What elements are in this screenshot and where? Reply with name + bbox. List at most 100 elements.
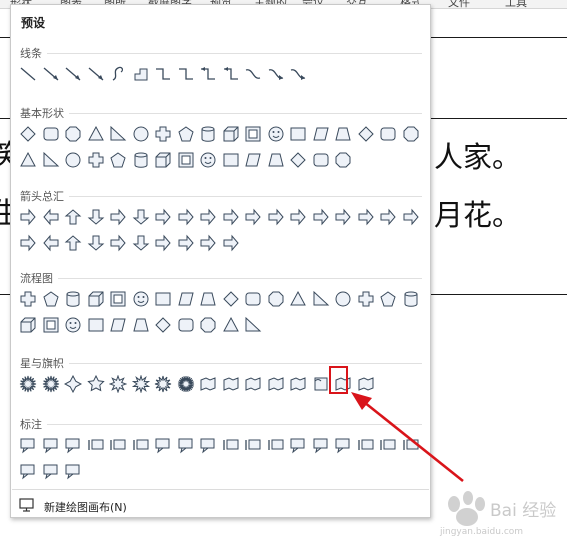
shape-icon[interactable] bbox=[132, 316, 150, 334]
shape-icon[interactable] bbox=[132, 151, 150, 169]
shape-icon[interactable] bbox=[222, 208, 240, 226]
shape-icon[interactable] bbox=[177, 65, 195, 83]
shape-icon[interactable] bbox=[402, 125, 420, 143]
shape-icon[interactable] bbox=[109, 290, 127, 308]
shape-icon[interactable] bbox=[244, 375, 262, 393]
shape-icon[interactable] bbox=[64, 290, 82, 308]
shape-icon[interactable] bbox=[244, 316, 262, 334]
shape-icon[interactable] bbox=[177, 290, 195, 308]
shape-icon[interactable] bbox=[199, 290, 217, 308]
shape-icon[interactable] bbox=[154, 208, 172, 226]
shape-icon[interactable] bbox=[154, 65, 172, 83]
shape-icon[interactable] bbox=[244, 65, 262, 83]
shape-icon[interactable] bbox=[132, 208, 150, 226]
shape-icon[interactable] bbox=[64, 316, 82, 334]
shape-icon[interactable] bbox=[244, 151, 262, 169]
shape-icon[interactable] bbox=[222, 125, 240, 143]
shape-icon[interactable] bbox=[312, 125, 330, 143]
shape-icon[interactable] bbox=[87, 151, 105, 169]
shape-icon[interactable] bbox=[289, 208, 307, 226]
shape-icon[interactable] bbox=[334, 436, 352, 454]
shape-icon[interactable] bbox=[109, 316, 127, 334]
shape-icon[interactable] bbox=[379, 290, 397, 308]
shape-icon[interactable] bbox=[109, 234, 127, 252]
shape-icon[interactable] bbox=[42, 151, 60, 169]
shape-icon[interactable] bbox=[177, 125, 195, 143]
shape-icon[interactable] bbox=[312, 436, 330, 454]
shape-icon[interactable] bbox=[289, 151, 307, 169]
shape-icon[interactable] bbox=[19, 436, 37, 454]
shape-icon[interactable] bbox=[19, 316, 37, 334]
shape-icon[interactable] bbox=[64, 125, 82, 143]
shape-icon[interactable] bbox=[132, 290, 150, 308]
shape-icon[interactable] bbox=[357, 208, 375, 226]
shape-icon[interactable] bbox=[177, 436, 195, 454]
shape-icon[interactable] bbox=[154, 375, 172, 393]
new-drawing-canvas-button[interactable]: 新建绘图画布(N) bbox=[19, 497, 127, 516]
shape-icon[interactable] bbox=[222, 436, 240, 454]
shape-icon[interactable] bbox=[177, 316, 195, 334]
shape-icon[interactable] bbox=[64, 375, 82, 393]
shape-icon[interactable] bbox=[132, 234, 150, 252]
shape-icon[interactable] bbox=[154, 234, 172, 252]
shape-icon[interactable] bbox=[177, 375, 195, 393]
shape-icon[interactable] bbox=[244, 208, 262, 226]
shape-icon[interactable] bbox=[312, 375, 330, 393]
shape-icon[interactable] bbox=[199, 65, 217, 83]
shape-icon[interactable] bbox=[357, 290, 375, 308]
shape-icon[interactable] bbox=[289, 290, 307, 308]
shape-icon[interactable] bbox=[267, 375, 285, 393]
shape-icon[interactable] bbox=[334, 151, 352, 169]
shape-icon[interactable] bbox=[64, 436, 82, 454]
shape-icon[interactable] bbox=[267, 125, 285, 143]
shape-icon[interactable] bbox=[289, 125, 307, 143]
shape-icon[interactable] bbox=[289, 375, 307, 393]
shape-icon[interactable] bbox=[402, 208, 420, 226]
shape-icon[interactable] bbox=[402, 436, 420, 454]
shape-icon[interactable] bbox=[199, 208, 217, 226]
shape-icon[interactable] bbox=[87, 125, 105, 143]
shape-icon[interactable] bbox=[87, 436, 105, 454]
shape-icon[interactable] bbox=[19, 290, 37, 308]
shape-icon[interactable] bbox=[312, 151, 330, 169]
shape-icon[interactable] bbox=[19, 208, 37, 226]
shape-icon[interactable] bbox=[64, 208, 82, 226]
shape-icon[interactable] bbox=[64, 462, 82, 480]
shape-icon[interactable] bbox=[87, 234, 105, 252]
shape-icon[interactable] bbox=[132, 65, 150, 83]
shape-icon[interactable] bbox=[154, 290, 172, 308]
shape-icon[interactable] bbox=[357, 125, 375, 143]
shape-icon[interactable] bbox=[312, 208, 330, 226]
shape-icon[interactable] bbox=[267, 65, 285, 83]
shape-icon[interactable] bbox=[132, 125, 150, 143]
shape-icon[interactable] bbox=[379, 208, 397, 226]
shape-icon[interactable] bbox=[357, 375, 375, 393]
shape-icon[interactable] bbox=[154, 436, 172, 454]
shape-icon[interactable] bbox=[334, 208, 352, 226]
shape-icon[interactable] bbox=[19, 65, 37, 83]
shape-icon[interactable] bbox=[154, 316, 172, 334]
shape-icon[interactable] bbox=[222, 151, 240, 169]
shape-icon[interactable] bbox=[177, 208, 195, 226]
shape-icon[interactable] bbox=[131, 375, 150, 393]
shape-icon[interactable] bbox=[42, 208, 60, 226]
shape-icon[interactable] bbox=[177, 151, 195, 169]
shape-icon[interactable] bbox=[19, 462, 37, 480]
shape-icon[interactable] bbox=[86, 375, 105, 393]
shape-icon[interactable] bbox=[244, 290, 262, 308]
shape-icon[interactable] bbox=[132, 436, 150, 454]
shape-icon[interactable] bbox=[334, 290, 352, 308]
shape-icon[interactable] bbox=[222, 290, 240, 308]
shape-icon[interactable] bbox=[199, 436, 217, 454]
shape-icon[interactable] bbox=[19, 125, 37, 143]
shape-icon[interactable] bbox=[109, 151, 127, 169]
shape-icon[interactable] bbox=[109, 125, 127, 143]
shape-icon[interactable] bbox=[222, 65, 240, 83]
shape-icon[interactable] bbox=[109, 436, 127, 454]
shape-icon[interactable] bbox=[42, 316, 60, 334]
shape-icon[interactable] bbox=[222, 316, 240, 334]
shape-icon[interactable] bbox=[42, 65, 60, 83]
shape-icon[interactable] bbox=[42, 125, 60, 143]
shape-icon[interactable] bbox=[64, 65, 82, 83]
shape-icon[interactable] bbox=[42, 290, 60, 308]
